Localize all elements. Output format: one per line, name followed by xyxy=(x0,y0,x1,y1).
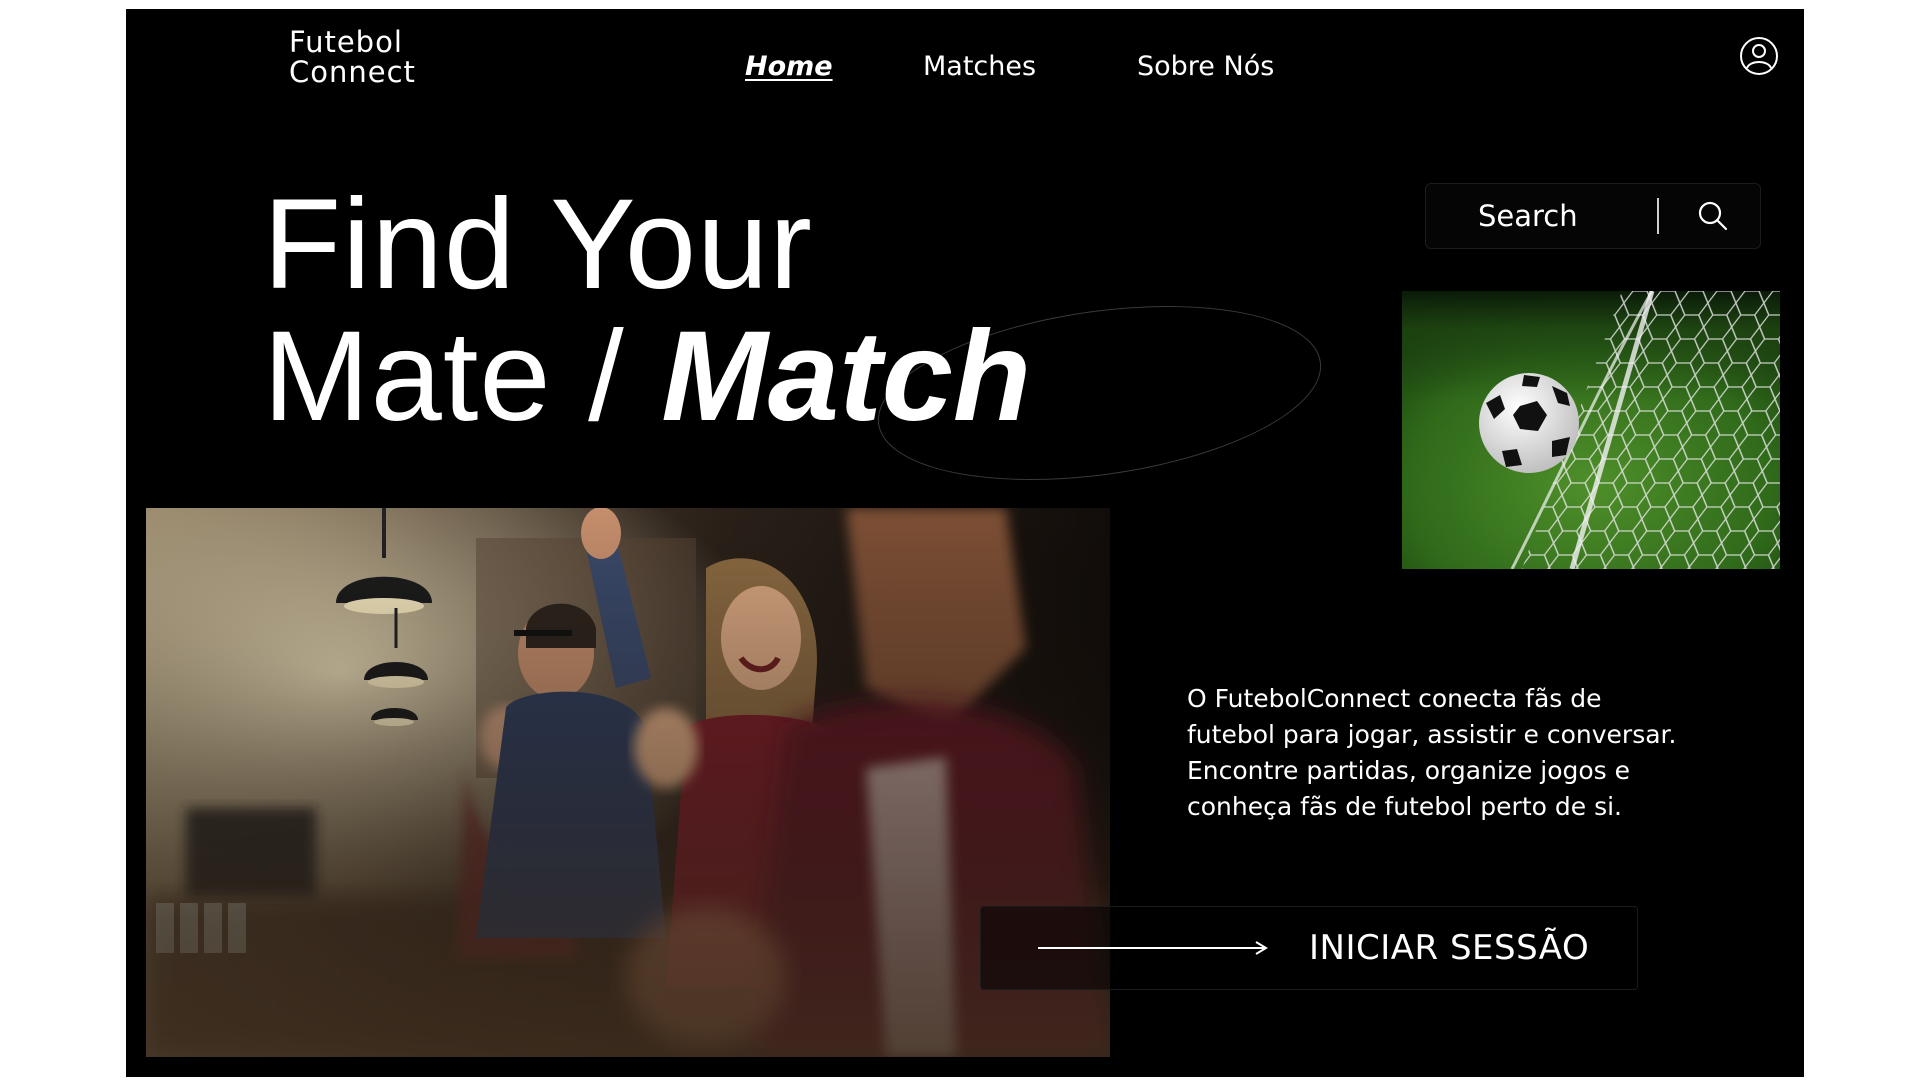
cheering-fans-in-bar-photo xyxy=(146,508,1110,1057)
hero-line-2: Mate / Match xyxy=(263,311,1031,443)
cta-label: INICIAR SESSÃO xyxy=(1309,928,1590,968)
iniciar-sessao-button[interactable]: INICIAR SESSÃO xyxy=(980,906,1638,990)
hero-line-1: Find Your xyxy=(263,173,813,316)
nav-item-home[interactable]: Home xyxy=(745,45,833,89)
nav-item-sobre-nos[interactable]: Sobre Nós xyxy=(1137,45,1274,89)
arrow-right-icon xyxy=(1038,941,1268,955)
hero-heading: Find Your Mate / Match xyxy=(263,179,1031,443)
user-circle-icon xyxy=(1740,37,1778,75)
description-line-2: futebol para jogar, assistir e conversar… xyxy=(1187,720,1677,749)
search-button[interactable] xyxy=(1695,198,1731,234)
search-divider xyxy=(1657,198,1659,234)
search-box xyxy=(1425,183,1761,249)
hero-line-2-plain: Mate / xyxy=(263,305,625,448)
intro-description: O FutebolConnect conecta fãs de futebol … xyxy=(1187,681,1747,825)
main-nav: Home Matches Sobre Nós xyxy=(126,45,1804,89)
search-input[interactable] xyxy=(1426,184,1656,248)
user-profile-button[interactable] xyxy=(1739,36,1779,76)
description-line-4: conheça fãs de futebol perto de si. xyxy=(1187,792,1622,821)
landing-page: Futebol Connect Home Matches Sobre Nós F… xyxy=(126,9,1804,1077)
hero-emphasis-match: Match xyxy=(661,305,1032,448)
nav-item-matches[interactable]: Matches xyxy=(923,45,1036,89)
soccer-ball-in-net-photo xyxy=(1402,291,1780,569)
description-line-1: O FutebolConnect conecta fãs de xyxy=(1187,684,1602,713)
description-line-3: Encontre partidas, organize jogos e xyxy=(1187,756,1631,785)
search-icon xyxy=(1698,201,1728,231)
